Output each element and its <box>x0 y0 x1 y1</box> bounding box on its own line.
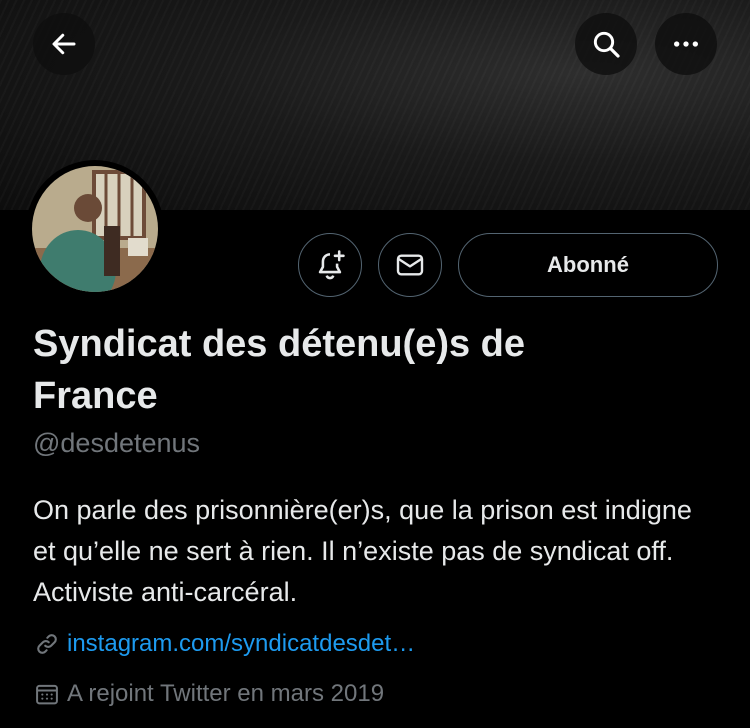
following-button[interactable]: Abonné <box>458 233 718 297</box>
profile-name: Syndicat des détenu(e)s de France <box>33 323 526 417</box>
profile-handle: @desdetenus <box>33 428 201 458</box>
arrow-left-icon <box>52 33 76 55</box>
avatar-frame[interactable] <box>26 160 164 298</box>
avatar-illustration <box>32 166 158 292</box>
search-icon <box>593 31 620 58</box>
more-button[interactable] <box>655 13 717 75</box>
link-icon <box>37 634 57 654</box>
bell-plus-icon <box>318 250 345 280</box>
profile-website-row: instagram.com/syndicatdesdet… <box>33 630 415 658</box>
calendar-icon <box>36 684 58 705</box>
envelope-icon <box>396 254 424 276</box>
back-button[interactable] <box>33 13 95 75</box>
profile-website-link[interactable]: instagram.com/syndicatdesdet… <box>67 630 415 658</box>
message-button[interactable] <box>378 233 442 297</box>
profile-joined-row: A rejoint Twitter en mars 2019 <box>33 680 384 708</box>
profile-joined-text: A rejoint Twitter en mars 2019 <box>67 680 385 707</box>
avatar <box>32 166 158 292</box>
search-button[interactable] <box>575 13 637 75</box>
notify-button[interactable] <box>298 233 362 297</box>
following-label: Abonné <box>547 252 629 277</box>
profile-bio: On parle des prisonnière(er)s, que la pr… <box>33 495 692 607</box>
more-horizontal-icon <box>674 41 698 47</box>
